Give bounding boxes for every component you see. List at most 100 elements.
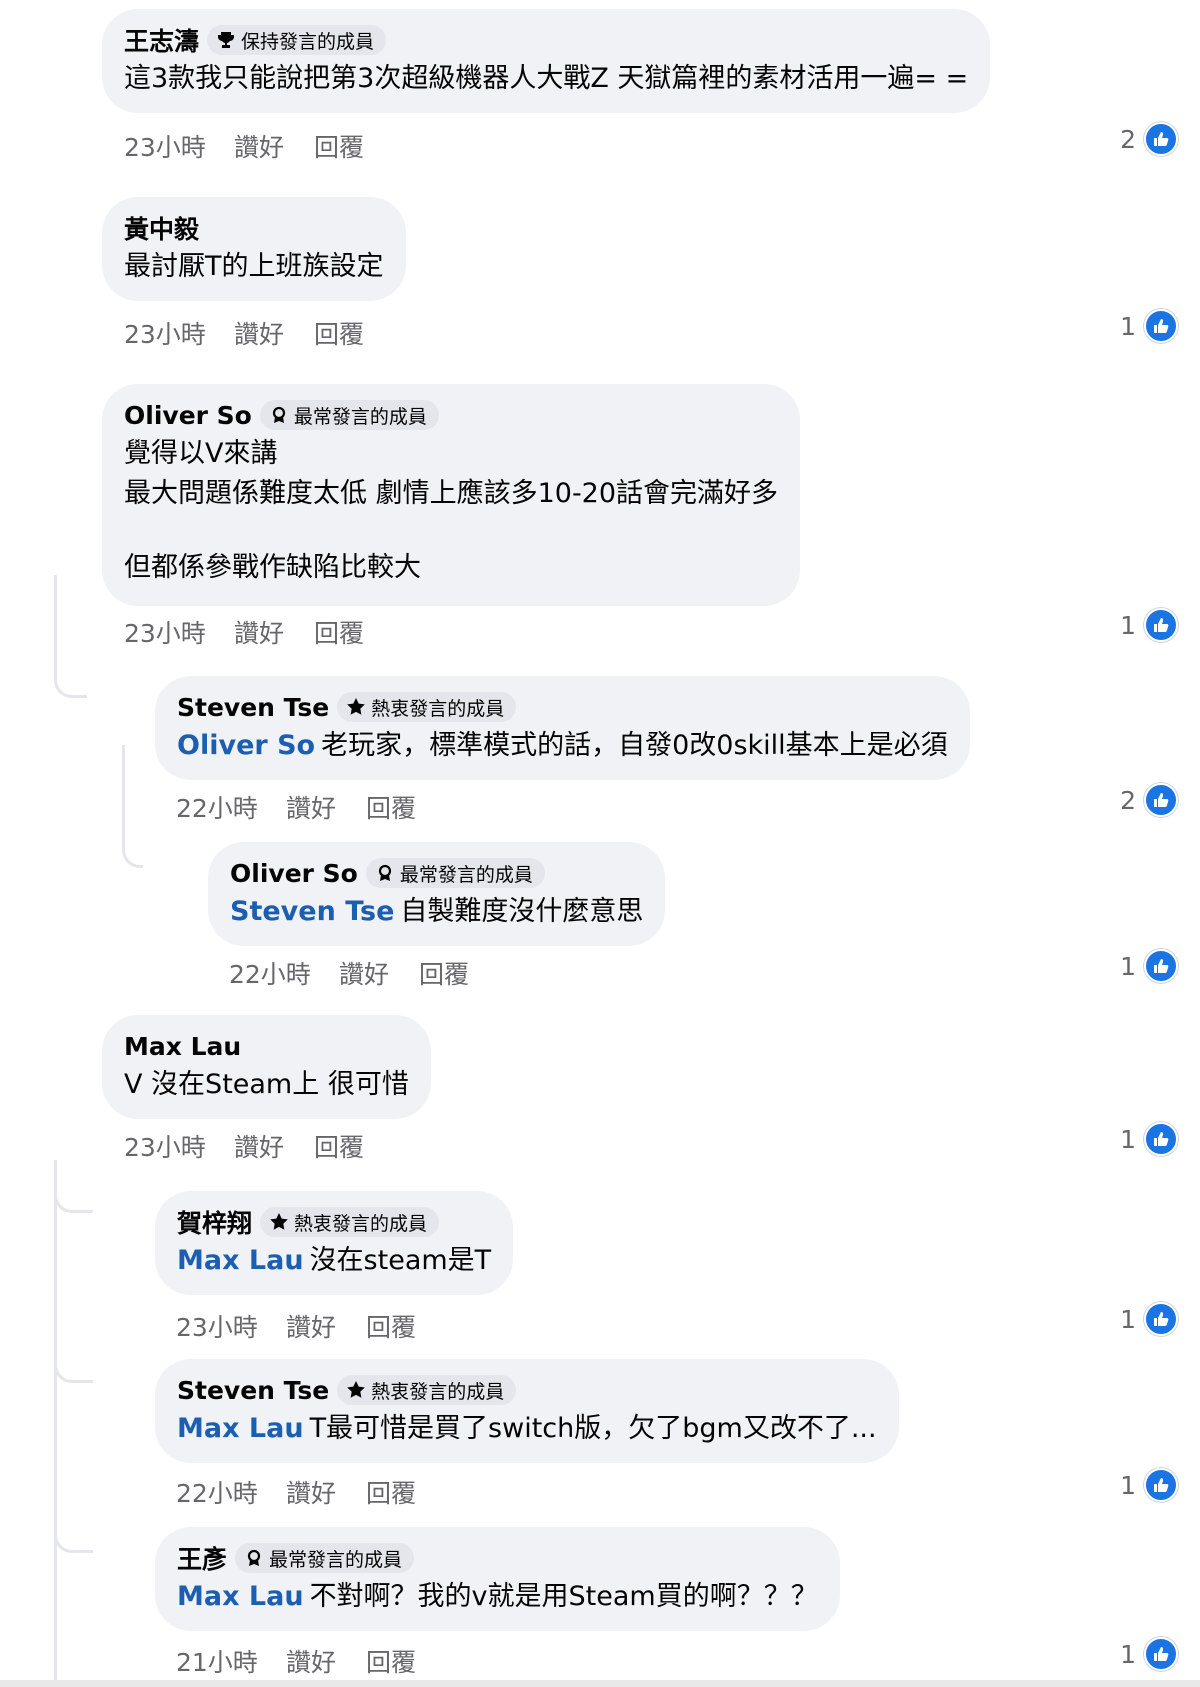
- member-badge[interactable]: 最常發言的成員: [259, 400, 439, 430]
- comment-text: 但都係參戰作缺陷比較大: [124, 552, 421, 583]
- reaction-number: 1: [1120, 1639, 1136, 1669]
- like-button[interactable]: 讚好: [286, 789, 366, 825]
- author-name[interactable]: Oliver So: [124, 401, 252, 430]
- comment-actions: 23小時 讚好 回覆: [124, 315, 394, 351]
- reply-button[interactable]: 回覆: [314, 128, 394, 164]
- comment-reply: 賀梓翔 熱衷發言的成員 Max Lau 沒在steam是T: [155, 1191, 514, 1295]
- thread-branch: [122, 745, 143, 868]
- member-badge[interactable]: 熱衷發言的成員: [337, 692, 517, 722]
- comment: 黃中毅 最討厭T的上班族設定: [102, 197, 406, 301]
- member-badge[interactable]: 最常發言的成員: [235, 1543, 415, 1573]
- timestamp[interactable]: 23小時: [124, 128, 234, 164]
- author-name[interactable]: Oliver So: [230, 859, 358, 888]
- badge-label: 熱衷發言的成員: [294, 1212, 428, 1235]
- star-icon: [345, 1379, 367, 1401]
- comment-actions: 23小時 讚好 回覆: [124, 128, 394, 164]
- like-button[interactable]: 讚好: [286, 1474, 366, 1510]
- thumbs-up-icon: [1144, 122, 1178, 156]
- timestamp[interactable]: 23小時: [124, 614, 234, 650]
- reply-button[interactable]: 回覆: [314, 1128, 394, 1164]
- comment-text: 這3款我只能說把第3次超級機器人大戰Z 天獄篇裡的素材活用一遍= =: [124, 63, 969, 94]
- comment-actions: 22小時 讚好 回覆: [176, 789, 446, 825]
- reaction-number: 1: [1120, 1124, 1136, 1154]
- reply-button[interactable]: 回覆: [366, 1308, 446, 1344]
- reaction-count[interactable]: 1: [1120, 1637, 1178, 1671]
- reply-button[interactable]: 回覆: [366, 1643, 446, 1679]
- mention-link[interactable]: Steven Tse: [230, 896, 394, 927]
- thread-branch: [54, 1160, 93, 1213]
- member-badge[interactable]: 熱衷發言的成員: [260, 1207, 440, 1237]
- author-name[interactable]: Steven Tse: [177, 1376, 329, 1405]
- thumbs-up-icon: [1144, 1122, 1178, 1156]
- like-button[interactable]: 讚好: [286, 1308, 366, 1344]
- comment-actions: 22小時 讚好 回覆: [229, 955, 499, 991]
- member-badge[interactable]: 熱衷發言的成員: [337, 1375, 517, 1405]
- author-name[interactable]: 王志濤: [124, 22, 199, 58]
- author-name[interactable]: 王彥: [177, 1540, 227, 1576]
- reaction-count[interactable]: 1: [1120, 1302, 1178, 1336]
- member-badge[interactable]: 最常發言的成員: [365, 858, 545, 888]
- reply-button[interactable]: 回覆: [314, 315, 394, 351]
- reaction-number: 1: [1120, 311, 1136, 341]
- reaction-count[interactable]: 2: [1120, 122, 1178, 156]
- timestamp[interactable]: 23小時: [124, 315, 234, 351]
- reply-button[interactable]: 回覆: [366, 789, 446, 825]
- like-button[interactable]: 讚好: [234, 128, 314, 164]
- comment-actions: 22小時 讚好 回覆: [176, 1474, 446, 1510]
- comment-text: 沒在steam是T: [309, 1245, 492, 1276]
- comment-bubble: 賀梓翔 熱衷發言的成員 Max Lau 沒在steam是T: [155, 1191, 514, 1295]
- like-button[interactable]: 讚好: [234, 315, 314, 351]
- comment-reply: Steven Tse 熱衷發言的成員 Max Lau T最可惜是買了switch版…: [155, 1359, 899, 1463]
- reaction-number: 1: [1120, 1470, 1136, 1500]
- member-badge[interactable]: 保持發言的成員: [207, 25, 387, 55]
- comment-text: 最討厭T的上班族設定: [124, 251, 384, 282]
- timestamp[interactable]: 21小時: [176, 1643, 286, 1679]
- reaction-count[interactable]: 1: [1120, 949, 1178, 983]
- author-name[interactable]: Steven Tse: [177, 693, 329, 722]
- reaction-number: 2: [1120, 124, 1136, 154]
- reply-button[interactable]: 回覆: [419, 955, 499, 991]
- comment-actions: 23小時 讚好 回覆: [124, 1128, 394, 1164]
- comment-actions: 23小時 讚好 回覆: [176, 1308, 446, 1344]
- timestamp[interactable]: 22小時: [229, 955, 339, 991]
- mention-link[interactable]: Max Lau: [177, 1413, 304, 1444]
- thumbs-up-icon: [1144, 783, 1178, 817]
- timestamp[interactable]: 22小時: [176, 1474, 286, 1510]
- medal-icon: [268, 404, 290, 426]
- author-name[interactable]: 黃中毅: [124, 210, 199, 246]
- author-name[interactable]: Max Lau: [124, 1032, 241, 1061]
- like-button[interactable]: 讚好: [286, 1643, 366, 1679]
- comment-bubble: 王彥 最常發言的成員 Max Lau 不對啊？我的v就是用Steam買的啊？？？: [155, 1527, 840, 1631]
- timestamp[interactable]: 23小時: [124, 1128, 234, 1164]
- reaction-count[interactable]: 1: [1120, 608, 1178, 642]
- like-button[interactable]: 讚好: [234, 614, 314, 650]
- mention-link[interactable]: Oliver So: [177, 730, 315, 761]
- comment-text: 覺得以V來講: [124, 438, 278, 469]
- like-button[interactable]: 讚好: [339, 955, 419, 991]
- thread-line: [54, 575, 57, 615]
- mention-link[interactable]: Max Lau: [177, 1581, 304, 1612]
- like-button[interactable]: 讚好: [234, 1128, 314, 1164]
- comment-text: T最可惜是買了switch版，欠了bgm又改不了...: [309, 1413, 877, 1444]
- reaction-count[interactable]: 2: [1120, 783, 1178, 817]
- comment: Oliver So 最常發言的成員 覺得以V來講 最大問題係難度太低 劇情上應該…: [102, 384, 801, 606]
- star-icon: [345, 696, 367, 718]
- comment-text: 老玩家，標準模式的話，自發0改0skill基本上是必須: [321, 730, 948, 761]
- comment-text: 自製難度沒什麼意思: [400, 896, 644, 927]
- reaction-count[interactable]: 1: [1120, 1468, 1178, 1502]
- comment: 王志濤 保持發言的成員 這3款我只能說把第3次超級機器人大戰Z 天獄篇裡的素材活…: [102, 9, 991, 113]
- reply-button[interactable]: 回覆: [314, 614, 394, 650]
- thumbs-up-icon: [1144, 1302, 1178, 1336]
- reaction-count[interactable]: 1: [1120, 1122, 1178, 1156]
- timestamp[interactable]: 23小時: [176, 1308, 286, 1344]
- comment-bubble: 黃中毅 最討厭T的上班族設定: [102, 197, 406, 301]
- timestamp[interactable]: 22小時: [176, 789, 286, 825]
- comment-text: V 沒在Steam上 很可惜: [124, 1069, 409, 1100]
- star-icon: [268, 1211, 290, 1233]
- reply-button[interactable]: 回覆: [366, 1474, 446, 1510]
- reaction-count[interactable]: 1: [1120, 309, 1178, 343]
- thumbs-up-icon: [1144, 608, 1178, 642]
- mention-link[interactable]: Max Lau: [177, 1245, 304, 1276]
- author-name[interactable]: 賀梓翔: [177, 1204, 252, 1240]
